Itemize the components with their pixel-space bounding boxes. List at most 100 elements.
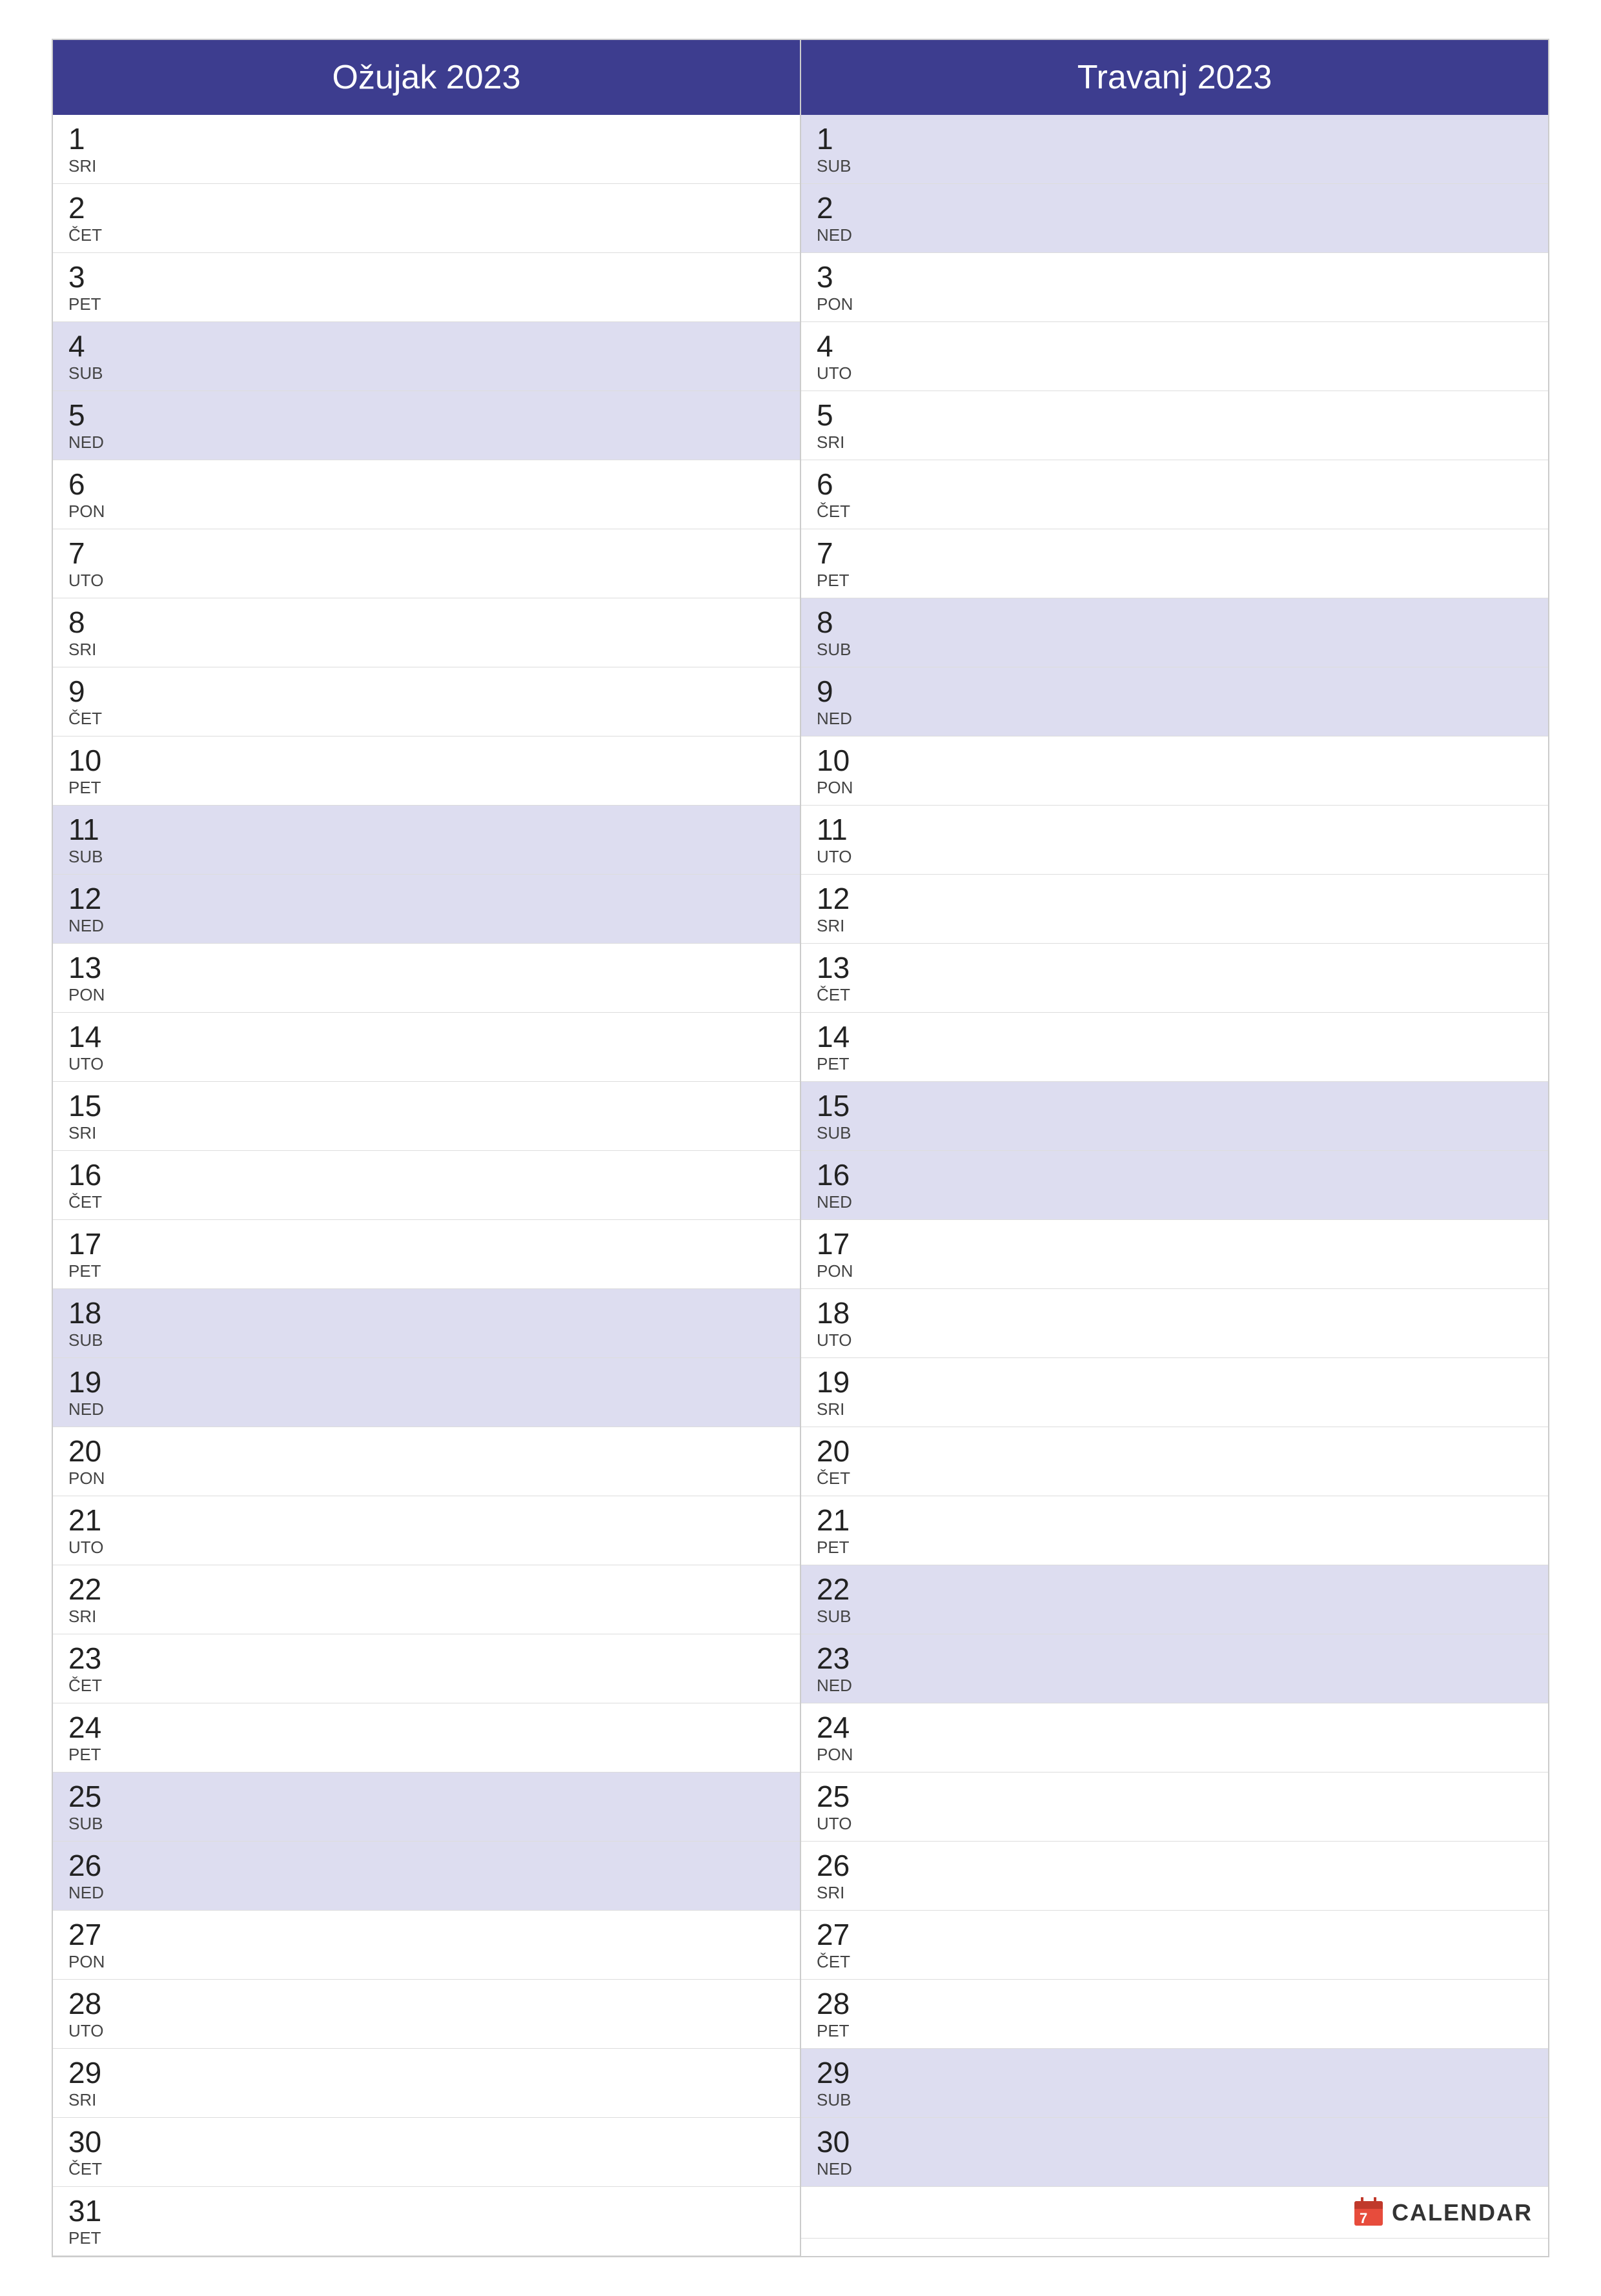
day-info: 19 NED [68, 1367, 120, 1417]
day-number: 3 [817, 262, 868, 292]
day-info: 14 UTO [68, 1022, 120, 1072]
day-info: 18 UTO [817, 1298, 868, 1348]
april-day-row-25: 25 UTO [801, 1773, 1548, 1842]
april-day-row-28: 28 PET [801, 1980, 1548, 2049]
march-day-row-25: 25 SUB [53, 1773, 800, 1842]
day-info: 27 ČET [817, 1920, 868, 1970]
day-number: 19 [817, 1367, 868, 1397]
day-info: 10 PET [68, 746, 120, 796]
day-number: 30 [68, 2127, 120, 2157]
day-info: 31 PET [68, 2196, 120, 2246]
day-number: 29 [817, 2058, 868, 2088]
day-name: SUB [68, 1815, 120, 1832]
april-day-row-14: 14 PET [801, 1013, 1548, 1082]
day-number: 1 [68, 124, 120, 154]
april-day-row-29: 29 SUB [801, 2049, 1548, 2118]
day-number: 17 [68, 1229, 120, 1259]
day-info: 2 NED [817, 193, 868, 243]
brand-logo: 7 CALENDAR [1353, 2197, 1533, 2228]
day-info: 15 SRI [68, 1091, 120, 1141]
day-number: 4 [817, 331, 868, 361]
day-name: ČET [817, 1470, 868, 1487]
day-info: 21 PET [817, 1505, 868, 1556]
day-name: NED [817, 710, 868, 727]
march-day-row-3: 3 PET [53, 253, 800, 322]
day-name: UTO [68, 1539, 120, 1556]
day-name: NED [817, 1677, 868, 1694]
april-day-row-5: 5 SRI [801, 391, 1548, 460]
day-name: PET [817, 572, 868, 589]
day-info: 28 UTO [68, 1989, 120, 2039]
day-info: 20 PON [68, 1436, 120, 1487]
day-name: PON [817, 779, 868, 796]
day-info: 29 SRI [68, 2058, 120, 2108]
day-name: PET [68, 2230, 120, 2246]
day-name: NED [817, 2160, 868, 2177]
day-name: SRI [68, 1608, 120, 1625]
day-info: 7 UTO [68, 538, 120, 589]
day-info: 21 UTO [68, 1505, 120, 1556]
day-info: 6 ČET [817, 469, 868, 520]
day-info: 17 PON [817, 1229, 868, 1279]
april-day-row-19: 19 SRI [801, 1358, 1548, 1427]
day-info: 14 PET [817, 1022, 868, 1072]
day-number: 1 [817, 124, 868, 154]
april-day-row-6: 6 ČET [801, 460, 1548, 529]
day-number: 29 [68, 2058, 120, 2088]
day-name: UTO [817, 848, 868, 865]
day-name: SRI [817, 1884, 868, 1901]
day-number: 26 [68, 1851, 120, 1880]
april-day-row-18: 18 UTO [801, 1289, 1548, 1358]
day-info: 13 PON [68, 953, 120, 1003]
march-day-row-21: 21 UTO [53, 1496, 800, 1565]
day-name: SRI [68, 1124, 120, 1141]
day-name: SRI [817, 1401, 868, 1417]
day-info: 7 PET [817, 538, 868, 589]
day-number: 6 [817, 469, 868, 499]
march-day-row-11: 11 SUB [53, 806, 800, 875]
march-day-row-23: 23 ČET [53, 1634, 800, 1703]
day-number: 28 [817, 1989, 868, 2018]
april-day-row-24: 24 PON [801, 1703, 1548, 1773]
day-name: SUB [68, 848, 120, 865]
day-info: 15 SUB [817, 1091, 868, 1141]
day-info: 11 SUB [68, 815, 120, 865]
day-info: 3 PON [817, 262, 868, 312]
day-name: NED [68, 434, 120, 451]
april-day-row-4: 4 UTO [801, 322, 1548, 391]
day-number: 21 [68, 1505, 120, 1535]
day-name: PON [68, 1470, 120, 1487]
day-info: 19 SRI [817, 1367, 868, 1417]
calendar-icon: 7 [1353, 2197, 1384, 2228]
day-number: 26 [817, 1851, 868, 1880]
day-number: 22 [68, 1574, 120, 1604]
month-title-march: Ožujak 2023 [332, 59, 521, 96]
day-number: 20 [68, 1436, 120, 1466]
march-day-row-10: 10 PET [53, 737, 800, 806]
march-day-row-1: 1 SRI [53, 115, 800, 184]
day-name: SRI [68, 641, 120, 658]
day-info: 10 PON [817, 746, 868, 796]
day-info: 23 ČET [68, 1643, 120, 1694]
march-day-row-20: 20 PON [53, 1427, 800, 1496]
day-number: 10 [68, 746, 120, 775]
april-day-row-8: 8 SUB [801, 598, 1548, 667]
day-number: 27 [817, 1920, 868, 1949]
day-info: 8 SRI [68, 607, 120, 658]
march-day-row-28: 28 UTO [53, 1980, 800, 2049]
day-name: UTO [817, 365, 868, 381]
day-number: 10 [817, 746, 868, 775]
day-info: 23 NED [817, 1643, 868, 1694]
march-day-row-22: 22 SRI [53, 1565, 800, 1634]
april-day-row-20: 20 ČET [801, 1427, 1548, 1496]
day-name: UTO [817, 1815, 868, 1832]
march-day-row-30: 30 ČET [53, 2118, 800, 2187]
day-number: 21 [817, 1505, 868, 1535]
day-number: 27 [68, 1920, 120, 1949]
day-number: 8 [68, 607, 120, 637]
day-name: ČET [817, 1953, 868, 1970]
march-day-row-17: 17 PET [53, 1220, 800, 1289]
day-info: 25 SUB [68, 1782, 120, 1832]
day-name: SUB [68, 365, 120, 381]
day-number: 23 [817, 1643, 868, 1673]
